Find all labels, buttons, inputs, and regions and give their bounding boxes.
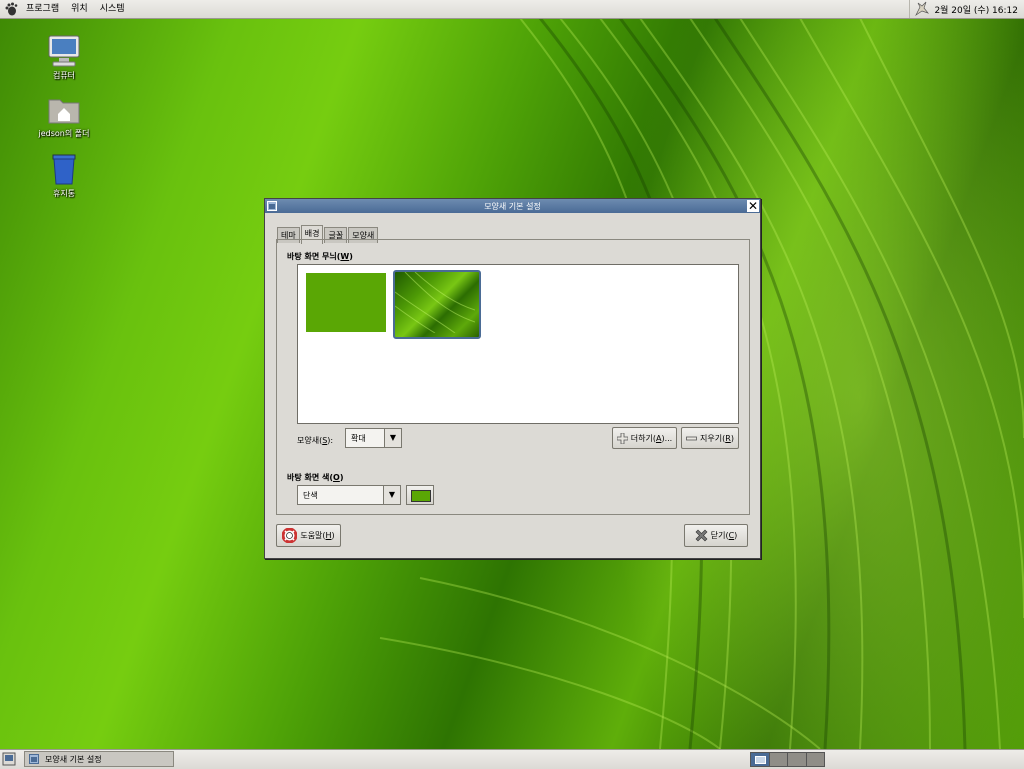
style-combo[interactable]: 확대 ▼ — [345, 428, 402, 448]
color-picker-button[interactable] — [406, 485, 434, 505]
clock[interactable]: 2월 20일 (수) 16:12 — [934, 3, 1018, 16]
chevron-down-icon[interactable]: ▼ — [383, 486, 400, 504]
style-label: 모양새(S): — [297, 436, 334, 445]
appearance-preferences-dialog: 모양새 기본 설정 ✕ 테마 배경 글꼴 모양새 바탕 화면 무늬(W) 모양새… — [264, 198, 761, 559]
add-wallpaper-button[interactable]: 더하기(A)... — [612, 427, 677, 449]
taskbar-item-appearance[interactable]: 모양새 기본 설정 — [24, 751, 174, 767]
remove-button-label: 지우기(R) — [700, 433, 734, 443]
desktop-icon-label: 컴퓨터 — [52, 71, 76, 80]
close-button-label: 닫기(C) — [710, 531, 738, 540]
workspace-2[interactable] — [769, 753, 788, 766]
menu-system[interactable]: 시스템 — [94, 0, 131, 18]
style-value: 확대 — [351, 434, 366, 443]
home-folder-icon — [48, 99, 80, 124]
menu-applications[interactable]: 프로그램 — [20, 0, 65, 18]
wallpaper-thumb-leaf-selected[interactable] — [393, 270, 481, 339]
desktop-icon-trash[interactable]: 휴지통 — [24, 152, 104, 199]
dialog-title: 모양새 기본 설정 — [484, 202, 541, 211]
workspace-1[interactable] — [751, 753, 770, 766]
wallpaper-thumb-solid[interactable] — [306, 273, 386, 332]
color-swatch — [411, 490, 431, 502]
desktop-icon-label: 휴지통 — [52, 189, 76, 198]
taskbar-item-label: 모양새 기본 설정 — [45, 754, 102, 764]
minus-icon — [686, 436, 697, 440]
close-window-icon[interactable]: ✕ — [747, 200, 759, 212]
background-tab-panel: 바탕 화면 무늬(W) 모양새(S): 확대 ▼ 더하기(A)... 지우기(R… — [276, 239, 750, 515]
trash-icon — [52, 154, 76, 185]
add-button-label: 더하기(A)... — [630, 433, 673, 443]
dialog-titlebar[interactable]: 모양새 기본 설정 ✕ — [265, 199, 760, 213]
remove-wallpaper-button[interactable]: 지우기(R) — [681, 427, 739, 449]
workspace-window-thumb — [755, 756, 766, 764]
wallpaper-section-label: 바탕 화면 무늬(W) — [287, 252, 353, 261]
wallpaper-list[interactable] — [297, 264, 739, 424]
menu-places[interactable]: 위치 — [65, 0, 94, 18]
color-section-label: 바탕 화면 색(O) — [287, 473, 344, 482]
help-button-label: 도움말(H) — [300, 531, 335, 540]
window-icon — [29, 754, 39, 764]
notification-bird-icon[interactable] — [914, 1, 930, 17]
plus-icon — [616, 432, 628, 444]
desktop-icon-home[interactable]: jedson의 폴더 — [24, 94, 104, 139]
bottom-panel: 모양새 기본 설정 — [0, 749, 1024, 769]
leaf-thumbnail — [394, 271, 476, 334]
gnome-foot-icon[interactable] — [4, 2, 18, 16]
clock-area: 2월 20일 (수) 16:12 — [909, 0, 1024, 18]
close-x-icon — [695, 529, 708, 542]
workspace-4[interactable] — [806, 753, 824, 766]
top-panel: 프로그램 위치 시스템 2월 20일 (수) 16:12 — [0, 0, 1024, 19]
close-button[interactable]: 닫기(C) — [684, 524, 748, 547]
computer-icon — [48, 35, 80, 67]
color-mode-value: 단색 — [303, 491, 318, 500]
show-desktop-icon[interactable] — [2, 752, 16, 766]
help-lifebuoy-icon — [282, 528, 298, 543]
desktop-icon-computer[interactable]: 컴퓨터 — [24, 34, 104, 81]
help-button[interactable]: 도움말(H) — [276, 524, 341, 547]
color-mode-combo[interactable]: 단색 ▼ — [297, 485, 401, 505]
chevron-down-icon[interactable]: ▼ — [384, 429, 401, 447]
desktop-icon-label: jedson의 폴더 — [38, 129, 90, 138]
workspace-switcher — [750, 752, 825, 767]
workspace-3[interactable] — [788, 753, 807, 766]
